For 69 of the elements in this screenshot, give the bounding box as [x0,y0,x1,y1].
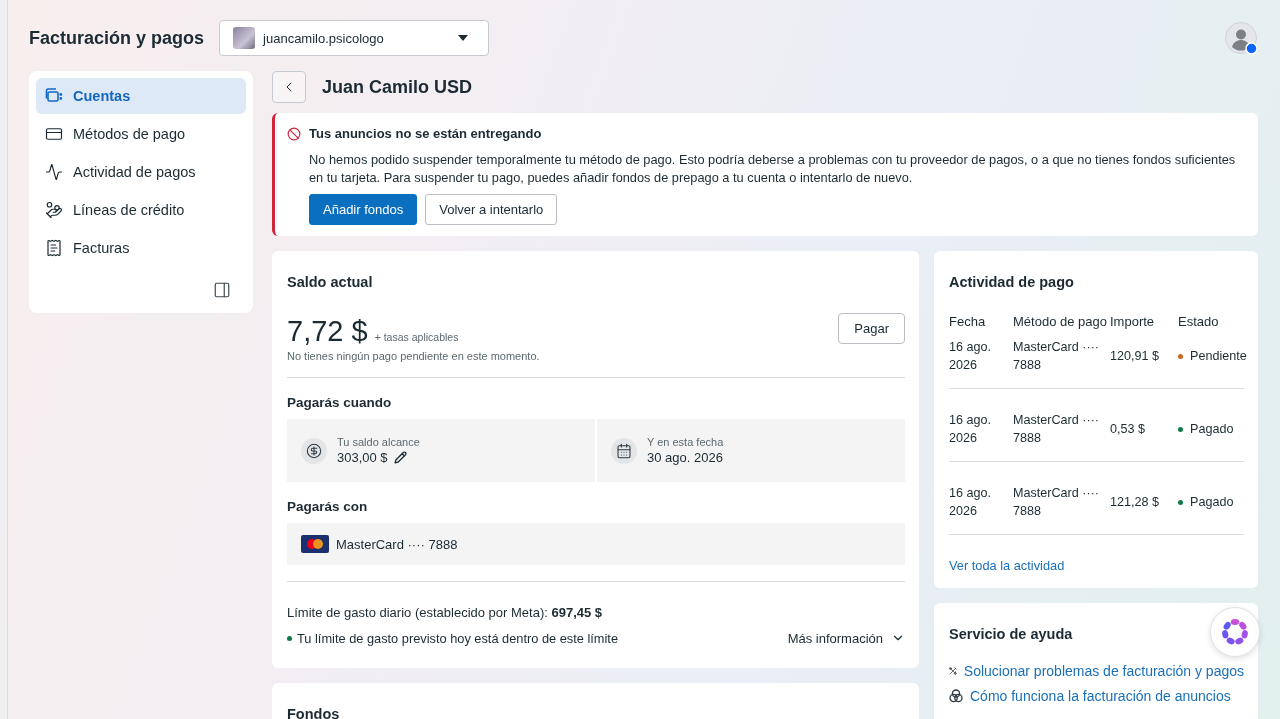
table-cell-text: MasterCard ···· 7888 [1013,339,1101,374]
condition-value: 30 ago. 2026 [647,448,723,467]
more-info-button[interactable]: Más información [787,630,905,646]
card-brand-icon [301,535,329,553]
table-cell-text: MasterCard ···· 7888 [1013,485,1101,520]
account-dropdown[interactable]: juancamilo.psicologo [219,20,490,56]
condition-label: Y en esta fecha [647,434,724,449]
card-title: Saldo actual [287,273,373,292]
table-cell-text: 16 ago. 2026 [949,412,993,447]
retry-button[interactable]: Volver a intentarlo [425,194,558,225]
circles-icon [949,688,963,703]
card-title: Actividad de pago [949,273,1074,292]
table-cell-text: 120,91 $ [1110,348,1161,365]
dots-ring-icon [1220,617,1250,647]
card-title: Servicio de ayuda [949,625,1073,644]
spending-limit-text: Límite de gasto diario (establecido por Meta): 697,45 $ [287,604,603,622]
receipt-icon [45,239,63,257]
page-title: Juan Camilo USD [322,76,473,98]
pending-note: No tienes ningún pago pendiente en este momento. [287,349,540,363]
section-heading: Pagarás con [287,498,368,516]
table-header-cell-text: Importe [1110,313,1156,331]
table-header-cell-text: Estado [1178,313,1220,331]
alert-title: Tus anuncios no se están entregando [309,125,543,143]
condition-label: Tu saldo alcance [337,434,420,449]
condition-value: 303,00 $ [337,448,388,467]
balance-amount: 7,72 $ [287,314,368,349]
alert-text: No hemos podido suspender temporalmente tu método de pago. Esto podría deberse a problemas con tu proveedor de pagos, o a que no tienes fondos suficientes en tu tarjeta. Para suspender tu pago, puedes añadir fondos de prepago a tu cuenta o intentarlo de nuevo. [309,151,1237,187]
photo-placeholder [233,27,256,49]
status-dot-icon [287,635,292,641]
collapse-button[interactable] [212,280,232,300]
fees-note: + tasas aplicables [374,331,459,343]
limit-status-text: Tu límite de gasto previsto hoy está dentro de este límite [297,630,619,646]
table-cell-text: 16 ago. 2026 [949,339,993,374]
page-header-title: Facturación y pagos [29,27,205,49]
pay-button[interactable]: Pagar [838,313,905,344]
dollar-icon [301,437,327,464]
table-cell-text: 121,28 $ [1110,494,1161,511]
calendar-icon [611,437,637,464]
help-link[interactable]: Solucionar problemas de facturación y pagos [963,661,1244,680]
stacked-windows-icon [45,87,63,105]
sidebar-item[interactable]: Líneas de crédito [36,192,246,228]
table-header-cell-text: Fecha [949,313,987,331]
table-cell-text: Pendiente [1190,348,1248,365]
pulse-icon [45,163,63,181]
sidebar-item[interactable]: Métodos de pago [36,116,246,152]
sidebar-item[interactable]: Facturas [36,230,246,266]
section-heading: Pagarás cuando [287,394,392,412]
table-cell-text: MasterCard ···· 7888 [1013,412,1101,447]
card-title: Fondos [287,705,340,719]
view-all-link[interactable]: Ver toda la actividad [949,557,1065,575]
credit-card-icon [45,125,63,143]
table-cell-text: Pagado [1190,494,1235,511]
add-funds-button[interactable]: Añadir fondos [309,194,418,225]
hand-coins-icon [45,201,63,219]
table-cell-text: 16 ago. 2026 [949,485,993,520]
avatar-icon [1225,21,1258,55]
edit-button[interactable] [393,450,408,465]
table-cell-text: 0,53 $ [1110,421,1146,438]
avatar-button[interactable] [1225,21,1258,55]
table-header-cell-text: Método de pago [1013,313,1108,331]
sidebar-item[interactable]: Cuentas [36,78,246,114]
payment-method-text: MasterCard ···· 7888 [336,536,458,552]
table-cell-text: Pagado [1190,421,1235,438]
panel-icon [213,281,231,299]
help-link[interactable]: Cómo funciona la facturación de anuncios [970,686,1231,705]
pencil-icon [394,451,408,464]
caret-icon [458,35,469,41]
blocked-icon [287,127,301,141]
sidebar-item[interactable]: Actividad de pagos [36,154,246,190]
